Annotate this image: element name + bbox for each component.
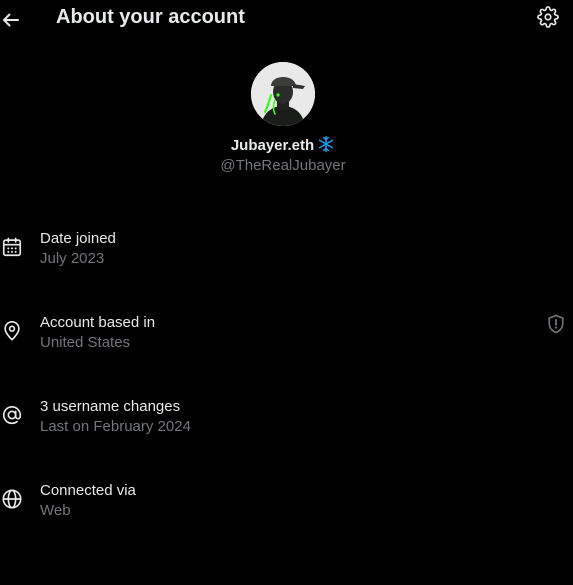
info-subtitle: Last on February 2024 (40, 418, 191, 435)
info-title: Date joined (40, 230, 116, 247)
info-title: Account based in (40, 314, 156, 331)
header: About your account (0, 0, 573, 36)
settings-button[interactable] (537, 6, 559, 28)
info-subtitle: United States (40, 334, 131, 351)
back-button[interactable] (0, 4, 24, 28)
arrow-left-icon (3, 13, 19, 27)
at-sign-icon (1, 404, 23, 426)
info-item-date-joined: Date joined July 2023 (0, 229, 573, 273)
info-title: 3 username changes (40, 398, 181, 415)
info-subtitle: Web (40, 502, 71, 519)
globe-icon (1, 488, 23, 510)
shield-alert-icon (548, 314, 564, 334)
page-title: About your account (56, 6, 245, 28)
display-name: Jubayer.eth (230, 137, 315, 154)
username-handle: @TheRealJubayer (220, 157, 346, 174)
location-pin-icon (1, 320, 23, 342)
info-item-connected-via: Connected via Web (0, 481, 573, 525)
avatar[interactable] (251, 62, 315, 126)
info-subtitle: July 2023 (40, 250, 105, 267)
info-item-username-changes: 3 username changes Last on February 2024 (0, 397, 573, 441)
gear-icon (537, 6, 559, 28)
shield-alert-button[interactable] (547, 314, 565, 334)
info-title: Connected via (40, 482, 136, 499)
info-item-account-based-in: Account based in United States (0, 313, 573, 357)
calendar-icon (1, 236, 23, 258)
